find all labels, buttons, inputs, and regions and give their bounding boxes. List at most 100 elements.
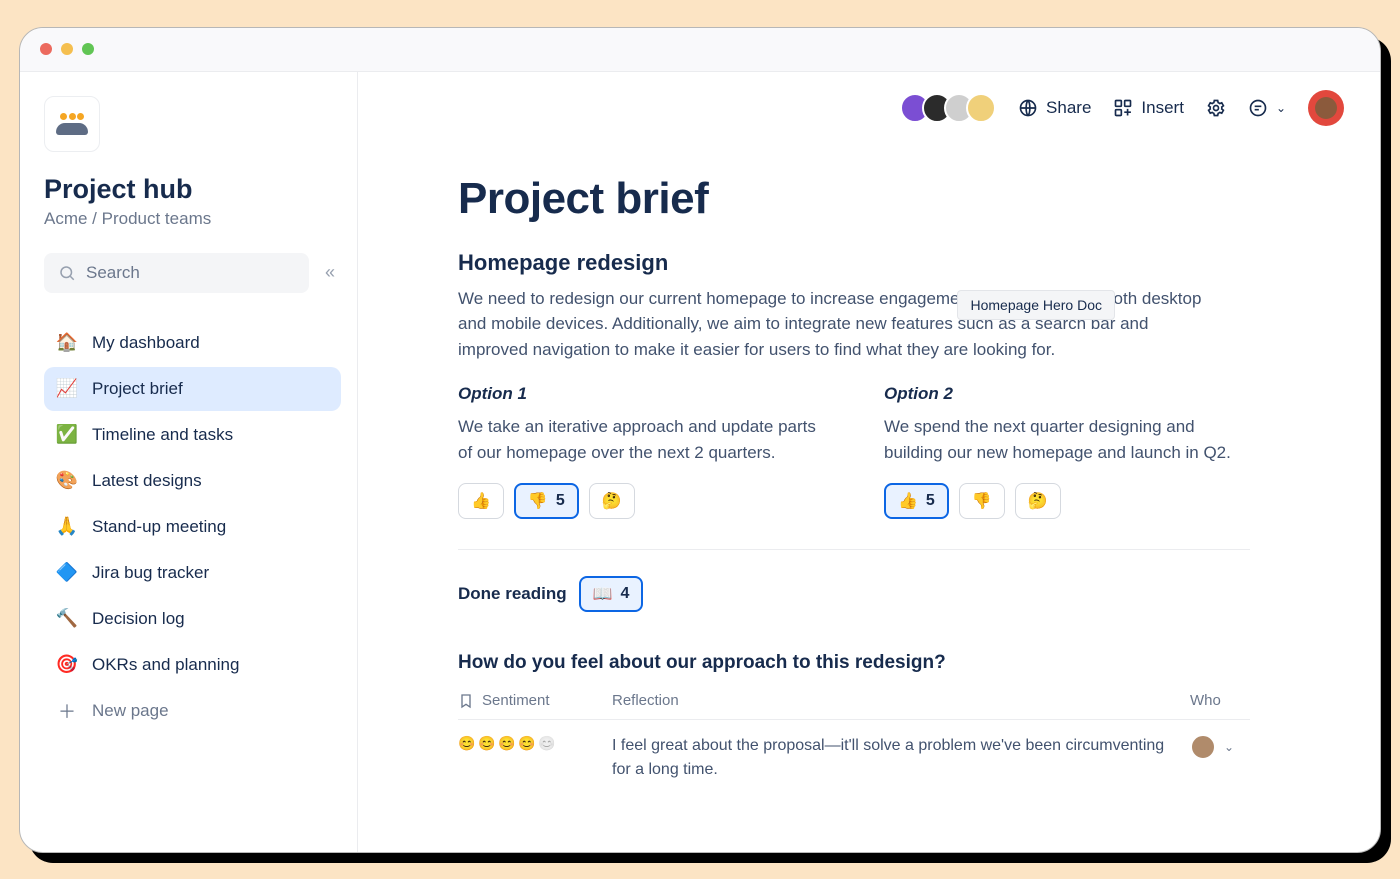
reaction-thinking[interactable]: 🤔 [1015, 483, 1061, 519]
col-sentiment: Sentiment [482, 692, 550, 709]
thumbs-down-icon: 👎 [528, 491, 548, 511]
thumbs-up-icon: 👍 [898, 491, 918, 511]
search-placeholder: Search [86, 263, 140, 283]
house-icon: 🏠 [56, 332, 78, 354]
book-icon: 📖 [593, 584, 613, 604]
col-reflection: Reflection [612, 692, 1166, 709]
zoom-dot[interactable] [82, 43, 94, 55]
nav-jira-bug-tracker[interactable]: 🔷 Jira bug tracker [44, 551, 341, 595]
insert-label: Insert [1141, 98, 1184, 118]
collaborator-avatars[interactable] [900, 93, 996, 123]
sidebar-nav: 🏠 My dashboard 📈 Project brief ✅ Timelin… [44, 321, 341, 733]
thinking-icon: 🤔 [1028, 491, 1048, 511]
collapse-sidebar-button[interactable]: « [319, 262, 341, 283]
hands-icon: 🙏 [56, 516, 78, 538]
smiley-icon: 😊 [518, 734, 536, 752]
nav-label: Stand-up meeting [92, 517, 226, 537]
section-subtitle: Homepage redesign [458, 250, 1250, 276]
search-input[interactable]: Search [44, 253, 309, 293]
avatar[interactable] [966, 93, 996, 123]
bookmark-icon [458, 693, 474, 709]
question-heading: How do you feel about our approach to th… [458, 652, 1250, 674]
current-user-avatar[interactable] [1308, 90, 1344, 126]
reaction-thumbs-up[interactable]: 👍 [458, 483, 504, 519]
nav-label: Timeline and tasks [92, 425, 233, 445]
reflection-text: I feel great about the proposal—it'll so… [612, 734, 1166, 782]
document-content: Project brief Homepage redesign We need … [358, 144, 1380, 852]
grid-plus-icon [1113, 98, 1133, 118]
option-2: Option 2 We spend the next quarter desig… [884, 384, 1250, 519]
reaction-thumbs-up[interactable]: 👍5 [884, 483, 949, 519]
breadcrumb[interactable]: Acme / Product teams [44, 209, 341, 229]
divider [458, 549, 1250, 550]
nav-label: Latest designs [92, 471, 202, 491]
sentiment-rating[interactable]: 😊 😊 😊 😊 😊 [458, 734, 588, 752]
people-icon [56, 113, 88, 135]
gear-icon [1206, 98, 1226, 118]
topbar: Share Insert [358, 72, 1380, 144]
nav-decision-log[interactable]: 🔨 Decision log [44, 597, 341, 641]
option-2-title: Option 2 [884, 384, 1250, 404]
col-who: Who [1190, 692, 1250, 709]
chart-icon: 📈 [56, 378, 78, 400]
share-button[interactable]: Share [1018, 98, 1091, 118]
share-label: Share [1046, 98, 1091, 118]
workspace-title: Project hub [44, 174, 341, 205]
titlebar [20, 28, 1380, 72]
done-reading-label: Done reading [458, 584, 567, 604]
option-2-desc: We spend the next quarter designing and … [884, 414, 1250, 465]
smiley-icon: 😊 [458, 734, 476, 752]
insert-button[interactable]: Insert [1113, 98, 1184, 118]
checklist-icon: ✅ [56, 424, 78, 446]
gavel-icon: 🔨 [56, 608, 78, 630]
comments-button[interactable]: ⌄ [1248, 98, 1286, 118]
option-1-desc: We take an iterative approach and update… [458, 414, 824, 465]
sidebar: Project hub Acme / Product teams Search … [20, 72, 358, 852]
nav-label: Decision log [92, 609, 185, 629]
feedback-row: 😊 😊 😊 😊 😊 I feel great about the proposa… [458, 720, 1250, 782]
search-icon [58, 264, 76, 282]
close-dot[interactable] [40, 43, 52, 55]
hover-tooltip: Homepage Hero Doc [957, 290, 1115, 320]
chevron-down-icon: ⌄ [1276, 101, 1286, 115]
figma-icon: 🎨 [56, 470, 78, 492]
globe-icon [1018, 98, 1038, 118]
page-title: Project brief [458, 174, 1250, 224]
smiley-icon: 😊 [498, 734, 516, 752]
reaction-thumbs-down[interactable]: 👎 [959, 483, 1005, 519]
nav-label: My dashboard [92, 333, 200, 353]
nav-label: Jira bug tracker [92, 563, 209, 583]
plus-icon: ＋ [56, 700, 78, 722]
nav-okrs-planning[interactable]: 🎯 OKRs and planning [44, 643, 341, 687]
done-reading-count: 4 [621, 585, 630, 603]
done-reading-button[interactable]: 📖 4 [579, 576, 644, 612]
reaction-thumbs-down[interactable]: 👎5 [514, 483, 579, 519]
option-1-title: Option 1 [458, 384, 824, 404]
thinking-icon: 🤔 [602, 491, 622, 511]
settings-button[interactable] [1206, 98, 1226, 118]
nav-label: Project brief [92, 379, 183, 399]
nav-new-page[interactable]: ＋ New page [44, 689, 341, 733]
reaction-count: 5 [926, 492, 935, 510]
option-1: Option 1 We take an iterative approach a… [458, 384, 824, 519]
reaction-thinking[interactable]: 🤔 [589, 483, 635, 519]
feedback-table-header: Sentiment Reflection Who [458, 692, 1250, 720]
nav-label: New page [92, 701, 169, 721]
nav-standup-meeting[interactable]: 🙏 Stand-up meeting [44, 505, 341, 549]
row-avatar[interactable] [1190, 734, 1216, 760]
thumbs-up-icon: 👍 [471, 491, 491, 511]
smiley-icon: 😊 [478, 734, 496, 752]
minimize-dot[interactable] [61, 43, 73, 55]
nav-latest-designs[interactable]: 🎨 Latest designs [44, 459, 341, 503]
reaction-count: 5 [556, 492, 565, 510]
main-area: Share Insert [358, 72, 1380, 852]
chevron-down-icon[interactable]: ⌄ [1224, 740, 1234, 754]
app-window: Project hub Acme / Product teams Search … [19, 27, 1381, 853]
nav-my-dashboard[interactable]: 🏠 My dashboard [44, 321, 341, 365]
nav-project-brief[interactable]: 📈 Project brief [44, 367, 341, 411]
nav-label: OKRs and planning [92, 655, 239, 675]
smiley-icon-empty: 😊 [538, 734, 556, 752]
jira-icon: 🔷 [56, 562, 78, 584]
nav-timeline-tasks[interactable]: ✅ Timeline and tasks [44, 413, 341, 457]
workspace-icon[interactable] [44, 96, 100, 152]
